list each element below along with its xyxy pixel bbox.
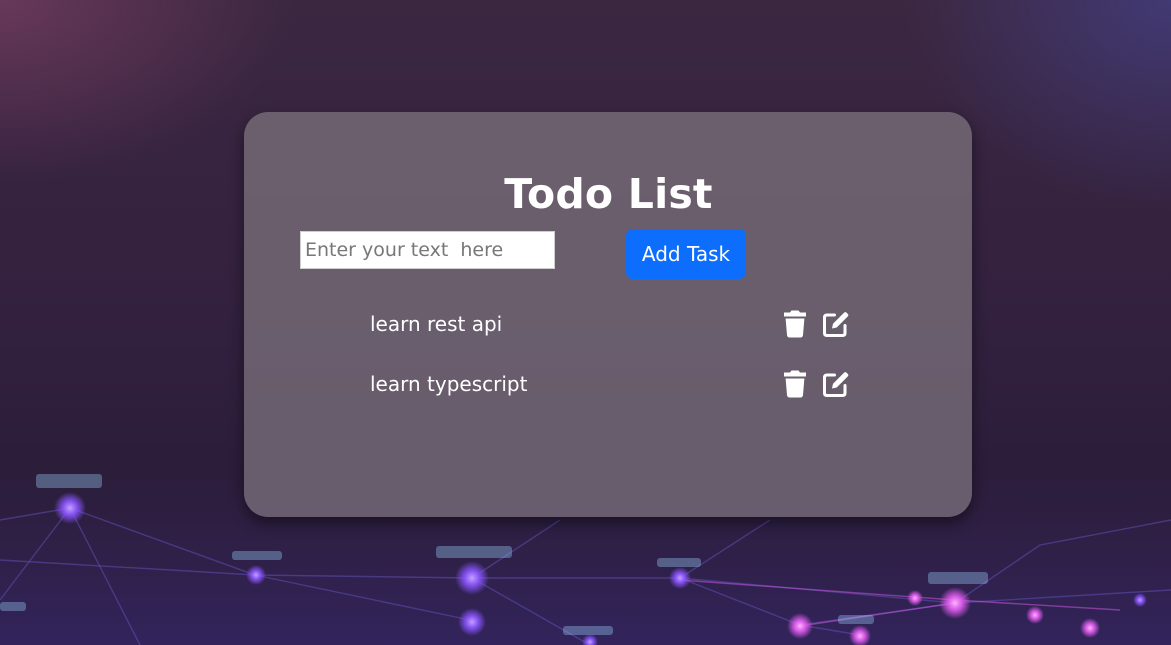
task-label: learn typescript	[370, 372, 528, 396]
edit-icon[interactable]	[822, 370, 850, 398]
add-task-button[interactable]: Add Task	[626, 229, 746, 279]
task-input[interactable]	[300, 231, 555, 269]
task-item: learn rest api	[370, 304, 850, 344]
task-item: learn typescript	[370, 364, 850, 404]
page-title: Todo List	[504, 170, 713, 218]
task-label: learn rest api	[370, 312, 503, 336]
trash-icon[interactable]	[782, 370, 810, 398]
trash-icon[interactable]	[782, 310, 810, 338]
edit-icon[interactable]	[822, 310, 850, 338]
